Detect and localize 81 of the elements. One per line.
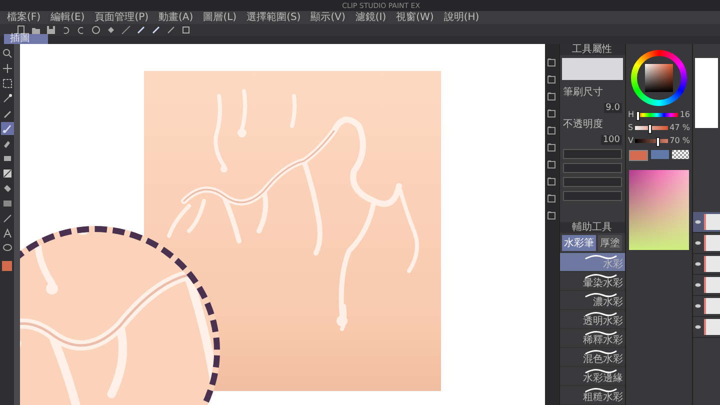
folder-icon[interactable] (547, 109, 556, 118)
brush-size-field[interactable]: 9.0 (604, 103, 622, 113)
pen-icon[interactable] (2, 108, 12, 119)
slider-label: H (628, 110, 634, 119)
layer-thumbnail (704, 256, 720, 272)
menu-item[interactable]: 編輯(E) (48, 12, 88, 24)
layer-thumbnail (704, 319, 720, 335)
layer-row[interactable] (693, 233, 720, 254)
folder-icon[interactable] (547, 58, 556, 67)
search-icon[interactable] (2, 48, 12, 59)
folder-icon[interactable] (547, 75, 556, 84)
eye-icon[interactable] (695, 304, 701, 308)
layer-thumbnail (704, 214, 720, 230)
layer-row[interactable] (693, 317, 720, 338)
field-label: 不透明度 (562, 118, 603, 131)
panel-title: 輔助工具 (560, 222, 625, 233)
folder-icon[interactable] (547, 177, 556, 186)
menu-item[interactable]: 說明(H) (440, 12, 482, 24)
folder-icon[interactable] (547, 194, 556, 203)
layer-row[interactable] (693, 275, 720, 296)
undo-icon[interactable] (61, 25, 71, 35)
folder-icon[interactable] (547, 143, 556, 152)
slider-reading: 47 % (670, 123, 690, 132)
line-icon[interactable] (2, 213, 12, 224)
wand-icon[interactable] (2, 93, 12, 104)
layer-row[interactable] (693, 254, 720, 275)
save-icon[interactable] (46, 25, 56, 35)
panel-title: 工具屬性 (560, 44, 625, 55)
main-color-swatch[interactable] (2, 261, 12, 271)
sub-color-swatch[interactable] (651, 150, 669, 159)
menu-item[interactable]: 頁面管理(P) (92, 12, 152, 24)
disabled-setting-row (562, 191, 622, 201)
folder-icon[interactable] (547, 126, 556, 135)
menu-item[interactable]: 圖層(L) (200, 12, 240, 24)
folder-icon[interactable] (547, 92, 556, 101)
layer-row[interactable] (693, 296, 720, 317)
folder-icon[interactable] (547, 211, 556, 220)
slider-reading: 16 (680, 110, 690, 119)
menu-item[interactable]: 動畫(A) (156, 12, 196, 24)
sub-tool-tab[interactable]: 厚塗 (598, 235, 622, 251)
color-palette[interactable] (629, 170, 689, 250)
eye-icon[interactable] (695, 220, 701, 224)
eye-icon[interactable] (695, 262, 701, 266)
new-file-icon[interactable] (16, 25, 26, 35)
brush-preview (562, 58, 623, 80)
layer-row[interactable] (693, 212, 720, 233)
eye-icon[interactable] (695, 241, 701, 245)
slider-thumb[interactable] (656, 136, 660, 146)
layer-thumbnail (704, 235, 720, 251)
document-tab[interactable]: 插圖 (4, 34, 48, 44)
lasso-icon[interactable] (2, 243, 12, 254)
dashed-square-icon[interactable] (2, 78, 12, 89)
menu-item[interactable]: 檔案(F) (4, 12, 44, 24)
menu-item[interactable]: 濾鏡(I) (352, 12, 390, 24)
layer-thumbnail (704, 298, 720, 314)
main-color-swatch[interactable] (629, 150, 648, 161)
slider-label: S (628, 123, 634, 132)
slider-label: V (628, 136, 634, 145)
field-label: 筆刷尺寸 (562, 86, 603, 99)
disabled-setting-row (562, 163, 622, 173)
eye-icon[interactable] (695, 283, 701, 287)
brush-icon[interactable] (2, 123, 12, 134)
slider-thumb[interactable] (648, 124, 652, 134)
disabled-setting-row (562, 149, 622, 159)
menu-item[interactable]: 選擇範圍(S) (244, 12, 304, 24)
slider-reading: 70 % (670, 136, 690, 145)
opacity-field[interactable]: 100 (600, 135, 622, 145)
navigator-preview (695, 58, 718, 128)
slider-thumb[interactable] (636, 110, 640, 120)
layer-thumbnail (704, 277, 720, 293)
folder-icon[interactable] (547, 160, 556, 169)
move-icon[interactable] (2, 63, 12, 74)
menu-item[interactable]: 顯示(V) (308, 12, 348, 24)
transparent-swatch[interactable] (672, 150, 689, 159)
circle-icon[interactable] (91, 25, 101, 35)
eye-icon[interactable] (695, 325, 701, 329)
text-tool-icon[interactable] (2, 228, 12, 239)
redo-icon[interactable] (76, 25, 86, 35)
sub-tool-tab[interactable]: 水彩筆 (562, 235, 596, 251)
menu-item[interactable]: 視窗(W) (393, 12, 437, 24)
disabled-setting-row (562, 177, 622, 187)
